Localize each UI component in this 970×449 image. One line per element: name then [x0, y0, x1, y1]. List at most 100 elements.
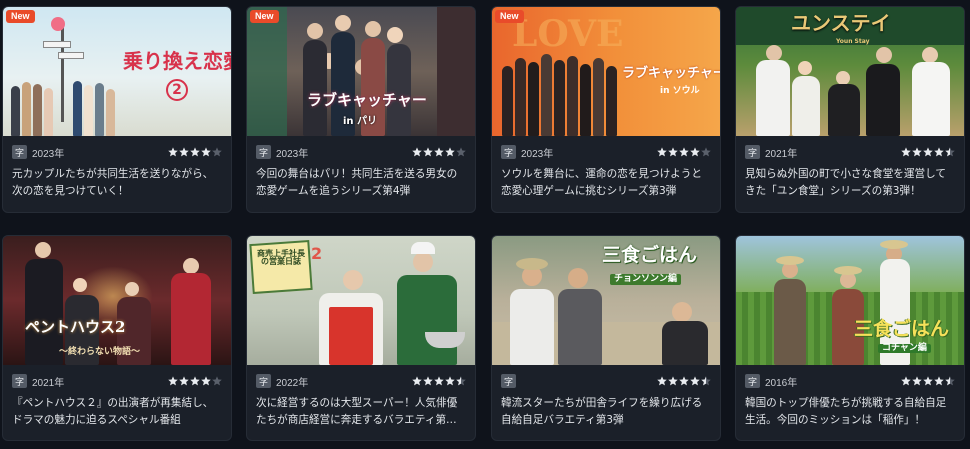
star-icon: [690, 147, 700, 157]
star-icon: [923, 376, 933, 386]
title-art-sub: 2: [166, 79, 188, 101]
star-icon: [657, 376, 667, 386]
new-badge: New: [6, 10, 35, 23]
star-icon: [657, 147, 667, 157]
star-icon: [179, 147, 189, 157]
star-icon: [701, 147, 711, 157]
release-year: 2023年: [32, 148, 65, 160]
star-icon: [412, 147, 422, 157]
program-description: 元カップルたちが共同生活を送りながら、次の恋を見つけていく！: [12, 168, 214, 197]
star-icon: [668, 147, 678, 157]
star-icon: [901, 376, 911, 386]
program-thumbnail[interactable]: LOVE ラブキャッチャー in ソウル New: [492, 7, 720, 136]
star-icon: [423, 376, 433, 386]
program-card[interactable]: LOVE ラブキャッチャー in ソウル New 字 2023年 ソウルを舞台に…: [491, 6, 721, 213]
star-icon: [901, 147, 911, 157]
new-badge: New: [495, 10, 524, 23]
program-description: 韓国のトップ俳優たちが挑戦する自給自足生活。今回のミッションは「稲作」！: [745, 397, 947, 426]
rating-stars: [412, 147, 466, 157]
star-icon: [456, 376, 466, 386]
subtitle-badge: 字: [745, 374, 760, 388]
program-description: 見知らぬ外国の町で小さな食堂を運営してきた「ユン食堂」シリーズの第3弾！: [745, 168, 946, 197]
star-icon: [945, 147, 955, 157]
star-icon: [912, 147, 922, 157]
program-thumbnail[interactable]: 商売上手社長の営業日誌 2: [247, 236, 475, 365]
title-art: ユンステイ: [791, 11, 891, 35]
star-icon: [934, 376, 944, 386]
program-description: 韓流スターたちが田舎ライフを繰り広げる自給自足バラエティ第3弾: [501, 397, 703, 426]
subtitle-badge: 字: [256, 374, 271, 388]
rating-stars: [657, 376, 711, 386]
star-icon: [701, 376, 711, 386]
title-art: 乗り換え恋愛: [123, 49, 231, 73]
title-art: 商売上手社長の営業日誌: [257, 249, 305, 267]
program-description: 今回の舞台はパリ！共同生活を送る男女の恋愛ゲームを追うシリーズ第4弾: [256, 168, 458, 197]
star-icon: [212, 147, 222, 157]
rating-stars: [901, 147, 955, 157]
title-art-sub: コチャン編: [878, 343, 931, 354]
subtitle-badge: 字: [12, 374, 27, 388]
release-year: 2022年: [276, 377, 309, 389]
title-art-sub: in パリ: [343, 116, 378, 127]
title-art-sub: チョンソンン編: [610, 274, 682, 286]
subtitle-badge: 字: [745, 145, 760, 159]
program-thumbnail[interactable]: ラブキャッチャー in パリ New: [247, 7, 475, 136]
title-art-sub: in ソウル: [660, 86, 700, 96]
subtitle-badge: 字: [501, 374, 516, 388]
program-description: 『ペントハウス２』の出演者が再集結し、ドラマの魅力に迫るスペシャル番組: [12, 397, 214, 426]
star-icon: [679, 376, 689, 386]
rating-stars: [901, 376, 955, 386]
star-icon: [168, 376, 178, 386]
title-art: ラブキャッチャー: [307, 91, 427, 109]
release-year: 2016年: [765, 377, 798, 389]
star-icon: [168, 147, 178, 157]
program-thumbnail[interactable]: 三食ごはん チョンソンン編: [492, 236, 720, 365]
star-icon: [690, 376, 700, 386]
star-icon: [923, 147, 933, 157]
program-description: ソウルを舞台に、運命の恋を見つけようと恋愛心理ゲームに挑むシリーズ第3弾: [501, 168, 702, 197]
program-thumbnail[interactable]: 乗り換え恋愛 2 New: [3, 7, 231, 136]
program-card[interactable]: ペントハウス2 ～終わらない物語～ 字 2021年 『ペントハウス２』の出演者が…: [2, 235, 232, 441]
subtitle-badge: 字: [12, 145, 27, 159]
title-art-sub: ～終わらない物語～: [59, 347, 141, 357]
program-card[interactable]: ラブキャッチャー in パリ New 字 2023年 今回の舞台はパリ！共同生活…: [246, 6, 476, 213]
star-icon: [190, 376, 200, 386]
star-icon: [679, 147, 689, 157]
subtitle-badge: 字: [256, 145, 271, 159]
release-year: 2023年: [276, 148, 309, 160]
release-year: 2021年: [32, 377, 65, 389]
star-icon: [412, 376, 422, 386]
star-icon: [434, 147, 444, 157]
program-card[interactable]: 三食ごはん コチャン編 字 2016年 韓国のトップ俳優たちが挑戦する自給自足生…: [735, 235, 965, 441]
program-grid: 乗り換え恋愛 2 New 字 2023年 元カップルたちが共同生活を送りながら、…: [0, 0, 970, 449]
program-card[interactable]: 商売上手社長の営業日誌 2 字 2022年 次に経営するのは大型スーパー！人気俳…: [246, 235, 476, 441]
subtitle-badge: 字: [501, 145, 516, 159]
program-card[interactable]: 乗り換え恋愛 2 New 字 2023年 元カップルたちが共同生活を送りながら、…: [2, 6, 232, 213]
star-icon: [190, 147, 200, 157]
title-art-sub: 2: [311, 244, 323, 263]
title-art: 三食ごはん: [602, 244, 698, 266]
star-icon: [179, 376, 189, 386]
star-icon: [945, 376, 955, 386]
title-art: ペントハウス2: [25, 318, 126, 336]
rating-stars: [657, 147, 711, 157]
star-icon: [201, 147, 211, 157]
star-icon: [423, 147, 433, 157]
program-thumbnail[interactable]: ペントハウス2 ～終わらない物語～: [3, 236, 231, 365]
star-icon: [668, 376, 678, 386]
rating-stars: [412, 376, 466, 386]
program-thumbnail[interactable]: 三食ごはん コチャン編: [736, 236, 964, 365]
program-thumbnail[interactable]: ユンステイ Youn Stay: [736, 7, 964, 136]
rating-stars: [168, 376, 222, 386]
program-card[interactable]: 三食ごはん チョンソンン編 字 韓流スターたちが田舎ライフを繰り広げる自給自足バ…: [491, 235, 721, 441]
star-icon: [434, 376, 444, 386]
star-icon: [456, 147, 466, 157]
title-art: 三食ごはん: [854, 318, 950, 340]
release-year: 2021年: [765, 148, 798, 160]
star-icon: [201, 376, 211, 386]
new-badge: New: [250, 10, 279, 23]
title-art: ラブキャッチャー: [622, 66, 720, 81]
program-card[interactable]: ユンステイ Youn Stay 字 2021年 見知らぬ外国の町で小さな食堂を運…: [735, 6, 965, 213]
star-icon: [445, 376, 455, 386]
star-icon: [934, 147, 944, 157]
